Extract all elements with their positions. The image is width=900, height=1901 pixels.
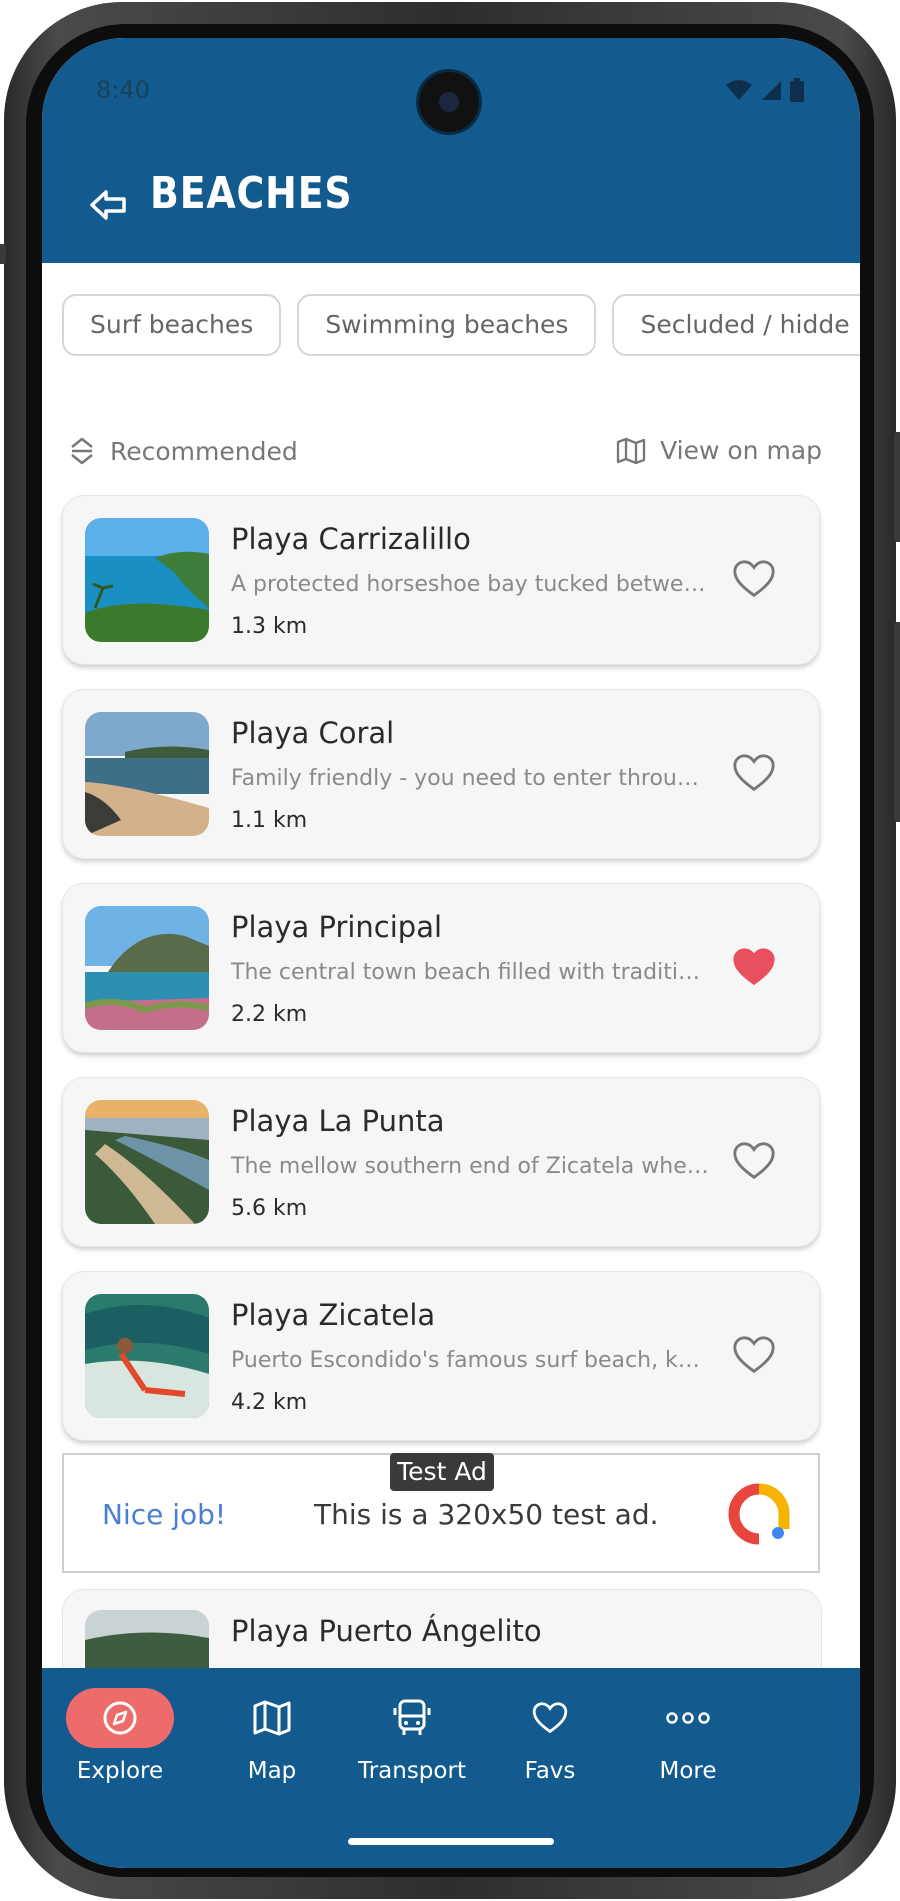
beach-distance: 4.2 km	[231, 1390, 308, 1415]
beach-name: Playa Zicatela	[231, 1298, 436, 1332]
status-time: 8:40	[96, 76, 150, 104]
nav-transport[interactable]: Transport	[332, 1688, 492, 1784]
map-outline-icon	[616, 437, 646, 464]
sort-button[interactable]: Recommended	[68, 436, 298, 466]
back-arrow-icon	[90, 190, 126, 220]
more-icon	[666, 1712, 710, 1724]
view-on-map-label: View on map	[660, 436, 822, 465]
nav-label: Explore	[76, 1758, 164, 1784]
beach-name: Playa La Punta	[231, 1104, 445, 1138]
beach-card[interactable]: Playa Coral Family friendly - you need t…	[62, 689, 820, 859]
back-button[interactable]	[78, 180, 138, 230]
ad-badge: Test Ad	[390, 1453, 494, 1491]
screen: 8:40 BEACHES Surf beaches Swimming beach…	[42, 38, 860, 1868]
beach-distance: 1.3 km	[231, 614, 308, 639]
beach-distance: 1.1 km	[231, 808, 308, 833]
admob-logo-icon	[728, 1483, 790, 1545]
chip-secluded-hidden[interactable]: Secluded / hidde	[612, 294, 860, 356]
chip-swimming-beaches[interactable]: Swimming beaches	[297, 294, 597, 356]
ad-text: This is a 320x50 test ad.	[314, 1498, 659, 1531]
ad-nice-text: Nice job!	[102, 1498, 227, 1531]
beach-thumbnail	[85, 518, 209, 642]
heart-filled-icon[interactable]	[731, 944, 777, 990]
heart-outline-icon[interactable]	[731, 750, 777, 796]
home-indicator[interactable]	[348, 1838, 554, 1845]
battery-icon	[790, 78, 804, 102]
heart-outline-icon[interactable]	[731, 1138, 777, 1184]
heart-outline-icon[interactable]	[731, 1332, 777, 1378]
nav-favs[interactable]: Favs	[470, 1688, 630, 1784]
page-title: BEACHES	[150, 168, 353, 219]
heart-outline-icon[interactable]	[731, 556, 777, 602]
sort-label: Recommended	[110, 436, 298, 466]
sort-icon	[71, 437, 93, 465]
wifi-icon	[726, 80, 752, 100]
nav-active-pill	[66, 1688, 174, 1748]
bus-icon	[393, 1699, 431, 1735]
phone-frame: 8:40 BEACHES Surf beaches Swimming beach…	[0, 2, 900, 1899]
beach-description: Family friendly - you need to enter thro…	[231, 766, 711, 791]
device-button	[0, 244, 6, 264]
nav-more[interactable]: More	[608, 1688, 768, 1784]
beach-list: Playa Carrizalillo A protected horseshoe…	[62, 495, 820, 1465]
beach-thumbnail	[85, 712, 209, 836]
beach-description: The mellow southern end of Zicatela wher…	[231, 1154, 711, 1179]
signal-icon	[762, 81, 781, 100]
beach-description: The central town beach filled with tradi…	[231, 960, 711, 985]
nav-label: Map	[247, 1758, 297, 1784]
beach-name: Playa Carrizalillo	[231, 522, 471, 556]
app-bar: 8:40 BEACHES	[42, 38, 860, 263]
beach-name: Playa Principal	[231, 910, 443, 944]
heart-icon	[532, 1702, 568, 1734]
nav-label: Favs	[524, 1758, 576, 1784]
beach-name: Playa Puerto Ángelito	[231, 1614, 542, 1648]
beach-thumbnail	[85, 1100, 209, 1224]
map-icon	[253, 1700, 291, 1736]
test-ad-banner[interactable]: Test Ad Nice job! This is a 320x50 test …	[62, 1453, 820, 1573]
filter-chips: Surf beaches Swimming beaches Secluded /…	[62, 294, 860, 356]
beach-name: Playa Coral	[231, 716, 395, 750]
beach-card[interactable]: Playa Carrizalillo A protected horseshoe…	[62, 495, 820, 665]
beach-card[interactable]: Playa Principal The central town beach f…	[62, 883, 820, 1053]
beach-distance: 2.2 km	[231, 1002, 308, 1027]
beach-distance: 5.6 km	[231, 1196, 308, 1221]
compass-icon	[103, 1701, 137, 1735]
status-icons	[726, 78, 804, 102]
beach-thumbnail	[85, 1294, 209, 1418]
beach-thumbnail	[85, 906, 209, 1030]
camera-cutout	[419, 72, 479, 132]
power-button	[894, 622, 900, 822]
nav-map[interactable]: Map	[192, 1688, 352, 1784]
chip-surf-beaches[interactable]: Surf beaches	[62, 294, 282, 356]
nav-label: More	[659, 1758, 717, 1784]
nav-explore[interactable]: Explore	[42, 1688, 200, 1784]
beach-description: A protected horseshoe bay tucked betwee.…	[231, 572, 711, 597]
beach-card[interactable]: Playa Zicatela Puerto Escondido's famous…	[62, 1271, 820, 1441]
nav-label: Transport	[358, 1758, 466, 1784]
volume-button	[894, 432, 900, 542]
beach-description: Puerto Escondido's famous surf beach, kn…	[231, 1348, 711, 1373]
beach-card[interactable]: Playa La Punta The mellow southern end o…	[62, 1077, 820, 1247]
view-on-map-button[interactable]: View on map	[616, 436, 822, 465]
